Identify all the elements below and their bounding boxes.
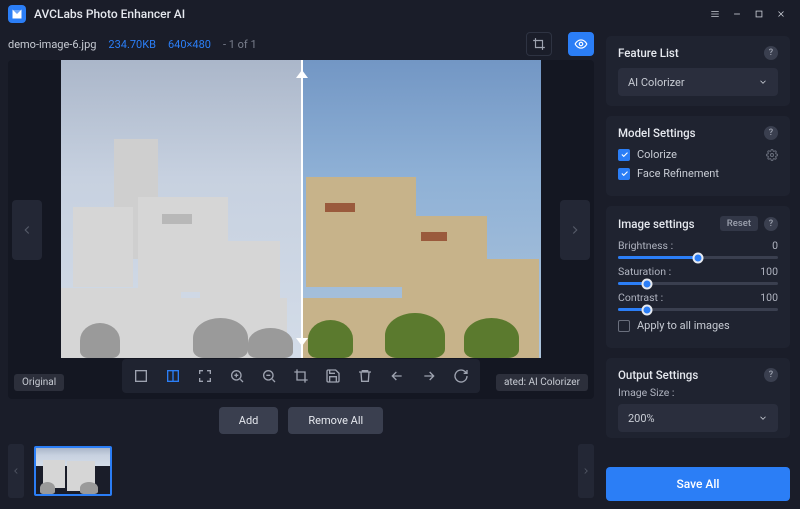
zoom-in-icon[interactable] — [228, 367, 246, 385]
prev-image-button[interactable] — [12, 200, 42, 260]
face-refinement-checkbox-row[interactable]: Face Refinement — [618, 167, 778, 180]
zoom-out-icon[interactable] — [260, 367, 278, 385]
save-icon[interactable] — [324, 367, 342, 385]
close-button[interactable] — [770, 3, 792, 25]
saturation-slider[interactable] — [618, 282, 778, 285]
view-split-icon[interactable] — [164, 367, 182, 385]
colorize-label: Colorize — [637, 148, 677, 161]
original-tag: Original — [14, 374, 64, 391]
file-dimensions: 640×480 — [168, 38, 211, 51]
remove-all-button[interactable]: Remove All — [288, 407, 383, 434]
brightness-label: Brightness : — [618, 239, 673, 252]
feature-list-panel: Feature List ? AI Colorizer — [606, 36, 790, 106]
image-size-dropdown[interactable]: 200% — [618, 404, 778, 432]
image-size-value: 200% — [628, 412, 655, 425]
brightness-value: 0 — [772, 239, 778, 252]
chevron-down-icon — [758, 413, 768, 423]
canvas-area: Original ated: AI Colorizer — [8, 60, 594, 399]
face-refinement-checkbox[interactable] — [618, 168, 630, 180]
crop-button[interactable] — [526, 32, 552, 56]
thumb-next-button[interactable] — [578, 444, 594, 498]
model-settings-panel: Model Settings ? Colorize Face Refinemen… — [606, 116, 790, 196]
gear-icon[interactable] — [766, 149, 778, 161]
contrast-slider[interactable] — [618, 308, 778, 311]
crop-icon[interactable] — [292, 367, 310, 385]
app-title: AVCLabs Photo Enhancer AI — [34, 7, 185, 21]
minimize-button[interactable] — [726, 3, 748, 25]
apply-all-checkbox[interactable] — [618, 320, 630, 332]
add-button[interactable]: Add — [219, 407, 279, 434]
thumbnail-0[interactable] — [34, 446, 112, 496]
brightness-slider[interactable] — [618, 256, 778, 259]
menu-icon[interactable] — [704, 3, 726, 25]
image-settings-header: Image settings — [618, 217, 695, 231]
colorize-checkbox-row[interactable]: Colorize — [618, 148, 778, 161]
output-settings-panel: Output Settings ? Image Size : 200% — [606, 358, 790, 438]
preview-toggle-button[interactable] — [568, 32, 594, 56]
redo-icon[interactable] — [420, 367, 438, 385]
saturation-value: 100 — [760, 265, 778, 278]
thumb-prev-button[interactable] — [8, 444, 24, 498]
delete-icon[interactable] — [356, 367, 374, 385]
colorize-checkbox[interactable] — [618, 149, 630, 161]
chevron-down-icon — [758, 77, 768, 87]
contrast-value: 100 — [760, 291, 778, 304]
app-logo — [8, 5, 26, 23]
fit-screen-icon[interactable] — [196, 367, 214, 385]
model-help-icon[interactable]: ? — [764, 126, 778, 140]
apply-all-label: Apply to all images — [637, 319, 730, 332]
refresh-icon[interactable] — [452, 367, 470, 385]
preview-toolbar — [122, 359, 480, 393]
image-size-label: Image Size : — [618, 386, 778, 399]
output-settings-header: Output Settings — [618, 368, 698, 382]
next-image-button[interactable] — [560, 200, 590, 260]
compare-preview[interactable] — [61, 60, 541, 358]
reset-button[interactable]: Reset — [720, 216, 758, 231]
file-name: demo-image-6.jpg — [8, 38, 96, 51]
save-all-button[interactable]: Save All — [606, 467, 790, 501]
maximize-button[interactable] — [748, 3, 770, 25]
file-count: - 1 of 1 — [223, 38, 257, 51]
processed-tag: ated: AI Colorizer — [496, 374, 588, 391]
feature-help-icon[interactable]: ? — [764, 46, 778, 60]
contrast-label: Contrast : — [618, 291, 663, 304]
feature-list-header: Feature List — [618, 46, 679, 60]
feature-dropdown-value: AI Colorizer — [628, 76, 685, 89]
view-single-icon[interactable] — [132, 367, 150, 385]
model-settings-header: Model Settings — [618, 126, 696, 140]
face-refinement-label: Face Refinement — [637, 167, 719, 180]
image-settings-help-icon[interactable]: ? — [764, 217, 778, 231]
undo-icon[interactable] — [388, 367, 406, 385]
file-size: 234.70KB — [108, 38, 156, 51]
saturation-label: Saturation : — [618, 265, 671, 278]
image-settings-panel: Image settings Reset ? Brightness : 0 Sat… — [606, 206, 790, 348]
apply-all-checkbox-row[interactable]: Apply to all images — [618, 319, 778, 332]
feature-dropdown[interactable]: AI Colorizer — [618, 68, 778, 96]
output-help-icon[interactable]: ? — [764, 368, 778, 382]
